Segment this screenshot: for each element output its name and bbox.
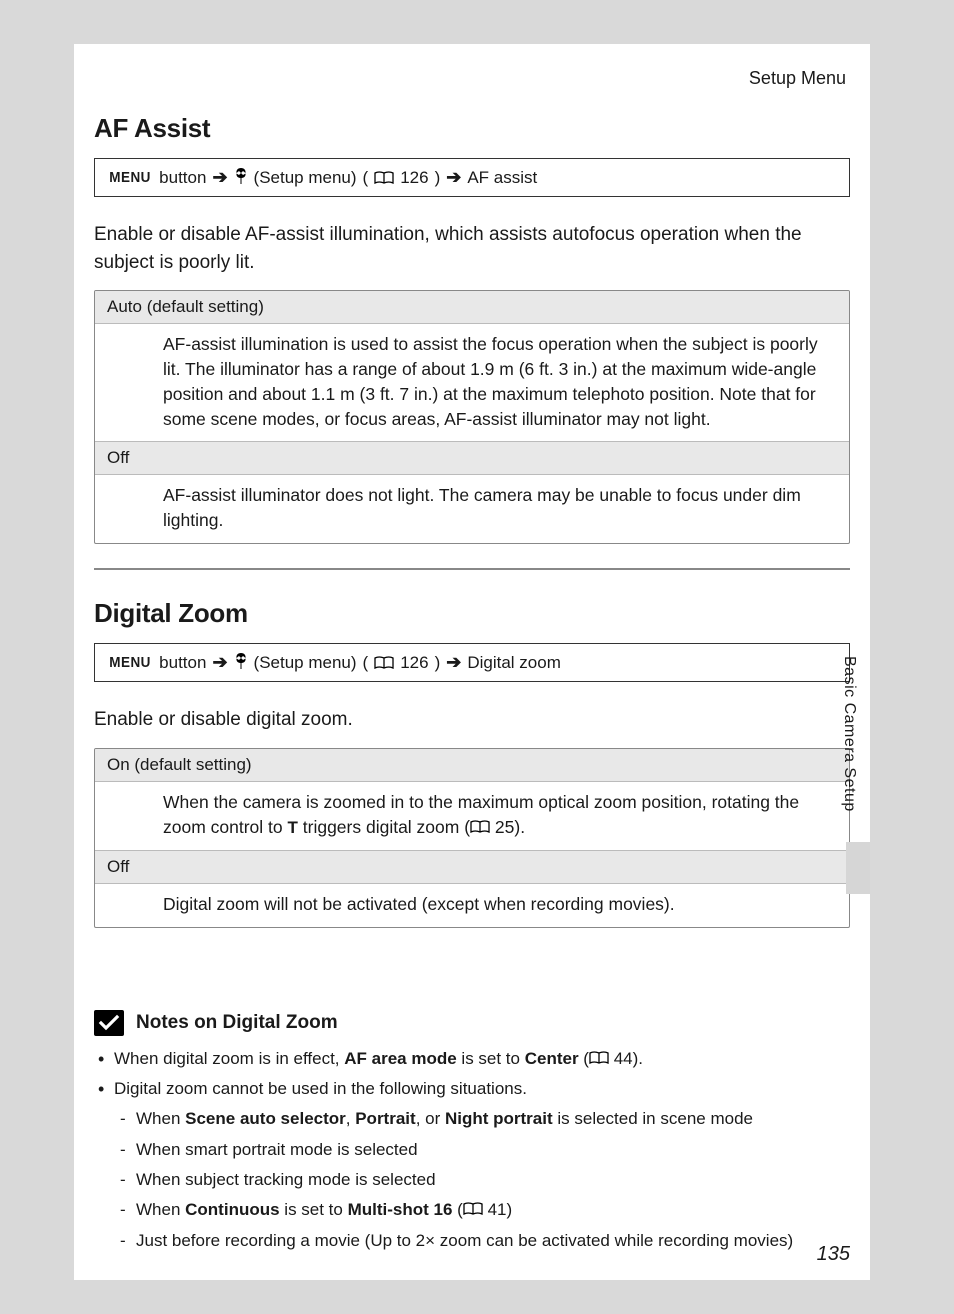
- check-note-icon: [94, 1010, 124, 1036]
- option-body: AF-assist illuminator does not light. Th…: [95, 475, 849, 543]
- note-bold: Portrait: [355, 1109, 415, 1128]
- menu-button-label: MENU: [109, 654, 151, 671]
- page-ref: 44: [614, 1049, 633, 1068]
- note-text: ): [506, 1200, 512, 1219]
- breadcrumb-text: (Setup menu): [254, 168, 357, 188]
- note-subitem: Just before recording a movie (Up to 2× …: [114, 1228, 850, 1254]
- note-subitem: When Continuous is set to Multi-shot 16 …: [114, 1197, 850, 1223]
- breadcrumb-af-assist: MENU button ➔ (Setup menu) ( 126 ) ➔ AF …: [94, 158, 850, 197]
- note-text: (: [452, 1200, 462, 1219]
- option-text: triggers digital zoom (: [298, 817, 470, 837]
- note-text: When: [136, 1109, 185, 1128]
- note-subitem: When Scene auto selector, Portrait, or N…: [114, 1106, 850, 1132]
- side-tab-marker: [846, 842, 870, 894]
- book-icon: [470, 820, 490, 834]
- note-subitem: When smart portrait mode is selected: [114, 1137, 850, 1163]
- breadcrumb-ref: 126: [400, 653, 428, 673]
- option-table-af-assist: Auto (default setting) AF-assist illumin…: [94, 290, 850, 544]
- note-text: When: [136, 1200, 185, 1219]
- note-bold: Continuous: [185, 1200, 279, 1219]
- note-subitem: When subject tracking mode is selected: [114, 1167, 850, 1193]
- arrow-right-icon: ➔: [446, 652, 461, 673]
- option-body: AF-assist illumination is used to assist…: [95, 324, 849, 441]
- menu-button-label: MENU: [109, 169, 151, 186]
- option-label: Off: [95, 850, 849, 884]
- breadcrumb-digital-zoom: MENU button ➔ (Setup menu) ( 126 ) ➔ Dig…: [94, 643, 850, 682]
- wrench-icon: [234, 653, 248, 672]
- page-ref: 25: [495, 817, 514, 837]
- breadcrumb-text: (Setup menu): [254, 653, 357, 673]
- note-text: is set to: [280, 1200, 348, 1219]
- header-section-label: Setup Menu: [94, 68, 850, 89]
- side-chapter-label: Basic Camera Setup: [840, 656, 858, 812]
- section-title-af-assist: AF Assist: [94, 113, 850, 144]
- breadcrumb-tail: AF assist: [467, 168, 537, 188]
- note-text: When digital zoom is in effect,: [114, 1049, 344, 1068]
- option-label: Off: [95, 441, 849, 475]
- book-icon: [589, 1051, 609, 1065]
- option-body: Digital zoom will not be activated (exce…: [95, 884, 849, 927]
- option-label: Auto (default setting): [95, 291, 849, 324]
- arrow-right-icon: ➔: [446, 167, 461, 188]
- page-ref: 41: [488, 1200, 507, 1219]
- note-bold: Multi-shot 16: [348, 1200, 453, 1219]
- option-table-digital-zoom: On (default setting) When the camera is …: [94, 748, 850, 928]
- breadcrumb-text: button: [159, 653, 206, 673]
- breadcrumb-ref: 126: [400, 168, 428, 188]
- section-intro: Enable or disable AF-assist illumination…: [94, 221, 850, 276]
- note-bold: Night portrait: [445, 1109, 553, 1128]
- book-icon: [463, 1202, 483, 1216]
- note-bold: AF area mode: [344, 1049, 456, 1068]
- breadcrumb-text: (: [363, 168, 369, 188]
- wrench-icon: [234, 168, 248, 187]
- breadcrumb-text: (: [363, 653, 369, 673]
- option-label: On (default setting): [95, 749, 849, 782]
- arrow-right-icon: ➔: [212, 652, 227, 673]
- note-text: (: [579, 1049, 589, 1068]
- section-intro: Enable or disable digital zoom.: [94, 706, 850, 734]
- manual-page: Setup Menu AF Assist MENU button ➔ (Setu…: [74, 44, 870, 1280]
- section-divider: [94, 568, 850, 570]
- note-text: ,: [346, 1109, 355, 1128]
- notes-list: When digital zoom is in effect, AF area …: [94, 1046, 850, 1254]
- notes-title: Notes on Digital Zoom: [136, 1012, 338, 1034]
- breadcrumb-text: button: [159, 168, 206, 188]
- notes-heading: Notes on Digital Zoom: [94, 1010, 850, 1036]
- breadcrumb-text: ): [435, 168, 441, 188]
- section-title-digital-zoom: Digital Zoom: [94, 598, 850, 629]
- note-bold: Center: [525, 1049, 579, 1068]
- breadcrumb-tail: Digital zoom: [467, 653, 561, 673]
- book-icon: [374, 171, 394, 185]
- note-text: Digital zoom cannot be used in the follo…: [114, 1079, 527, 1098]
- option-text: ).: [514, 817, 525, 837]
- note-text: is set to: [457, 1049, 525, 1068]
- note-text: , or: [416, 1109, 445, 1128]
- option-body: When the camera is zoomed in to the maxi…: [95, 782, 849, 850]
- note-bold: Scene auto selector: [185, 1109, 346, 1128]
- note-sublist: When Scene auto selector, Portrait, or N…: [114, 1106, 850, 1254]
- breadcrumb-text: ): [435, 653, 441, 673]
- telephoto-t-icon: T: [288, 818, 298, 837]
- arrow-right-icon: ➔: [212, 167, 227, 188]
- note-item: Digital zoom cannot be used in the follo…: [94, 1076, 850, 1254]
- page-number: 135: [817, 1243, 850, 1266]
- note-text: is selected in scene mode: [553, 1109, 753, 1128]
- book-icon: [374, 656, 394, 670]
- notes-section: Notes on Digital Zoom When digital zoom …: [94, 1010, 850, 1254]
- note-item: When digital zoom is in effect, AF area …: [94, 1046, 850, 1072]
- note-text: ).: [633, 1049, 643, 1068]
